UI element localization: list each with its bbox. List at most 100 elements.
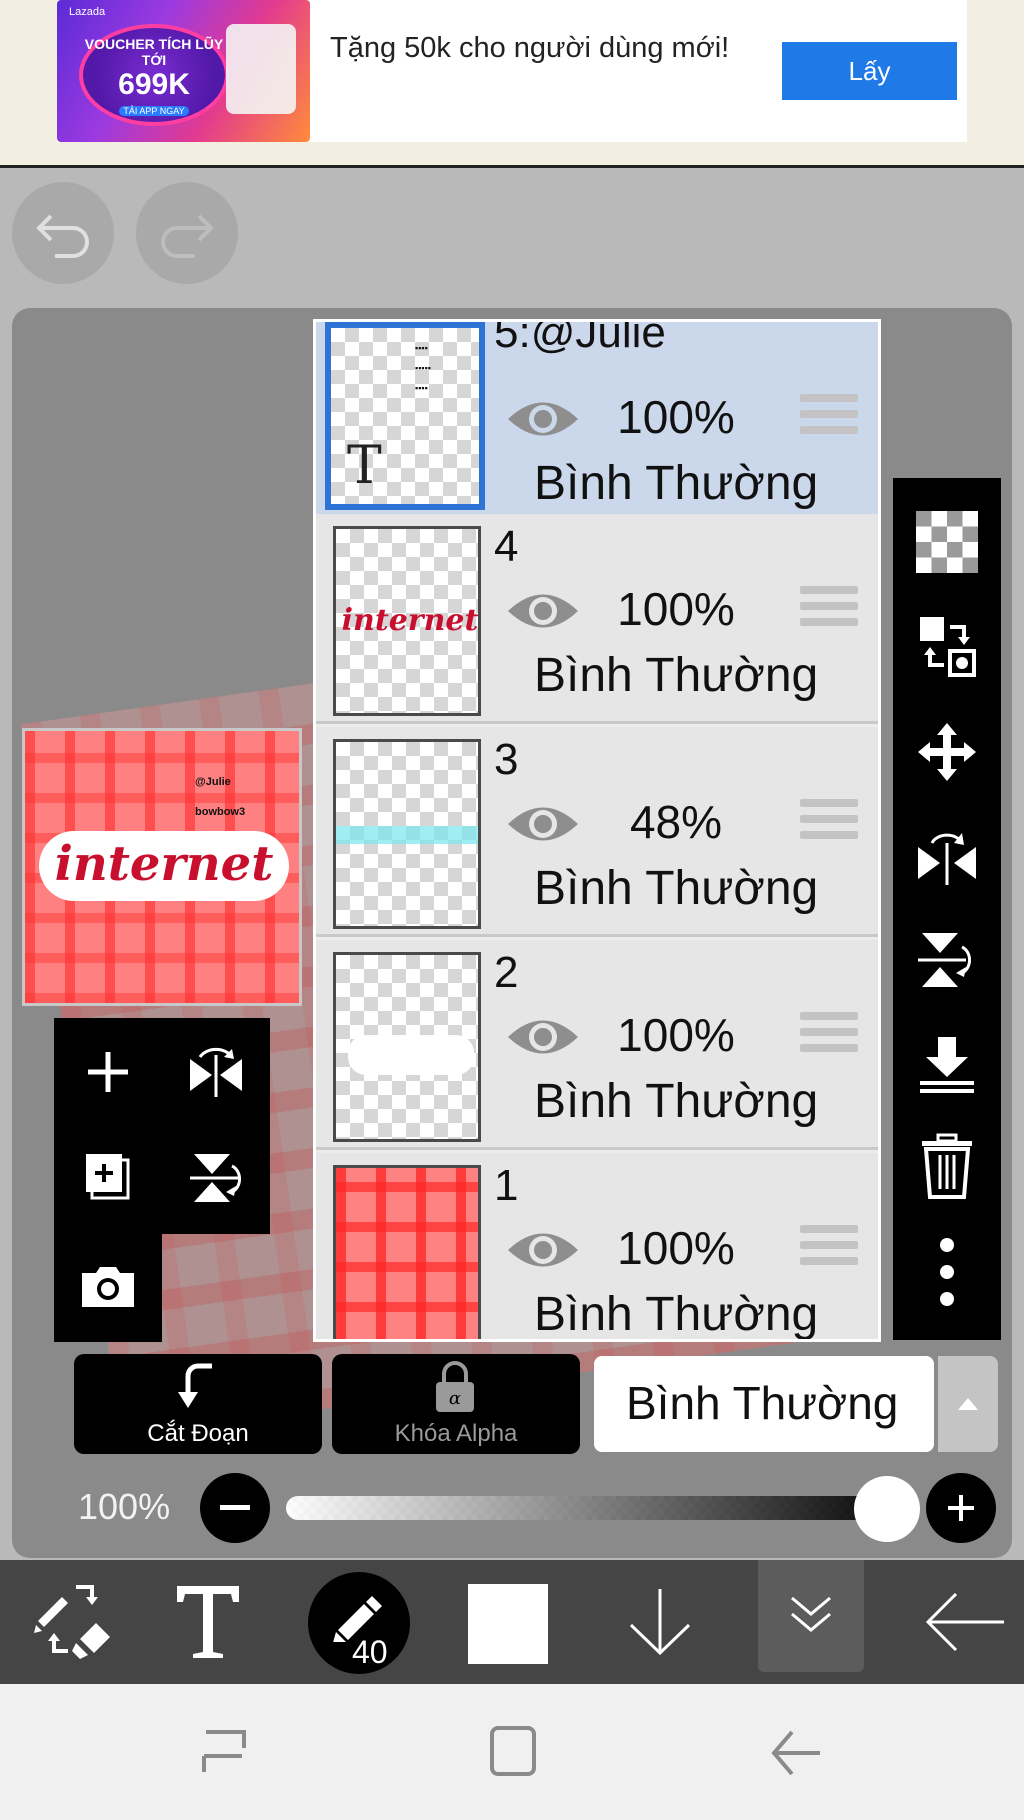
layer-row[interactable]: ▪▪▪▪ ▪▪▪▪▪ ▪▪▪▪ T 5:@Julie 100% Bình Thườn…	[316, 322, 878, 532]
layer-opacity: 100%	[617, 583, 735, 635]
plus-icon	[88, 1052, 128, 1092]
swap-layer-button[interactable]	[893, 600, 1001, 692]
recent-apps-icon[interactable]	[198, 1726, 250, 1778]
ad-image[interactable]: Lazada VOUCHER TÍCH LŨY TỚI 699K TẢI APP…	[57, 0, 310, 142]
color-picker-button[interactable]	[468, 1584, 548, 1664]
arrow-left-icon	[925, 1592, 1004, 1652]
layer-opacity: 48%	[629, 796, 723, 848]
layer-thumbnail: ▪▪▪▪ ▪▪▪▪▪ ▪▪▪▪ T	[325, 322, 485, 510]
flip-horizontal-icon	[918, 833, 976, 885]
plus-icon	[948, 1495, 974, 1521]
layer-opacity: 100%	[617, 391, 735, 443]
drag-handle-icon[interactable]	[800, 586, 858, 634]
back-nav-icon[interactable]	[770, 1728, 822, 1778]
layer-panel[interactable]: ▪▪▪▪ ▪▪▪▪▪ ▪▪▪▪ T 5:@Julie 100% Bình Thườn…	[313, 319, 881, 1342]
more-options-button[interactable]	[893, 1226, 1001, 1318]
layer-name: 1	[494, 1161, 519, 1210]
camera-button[interactable]	[62, 1240, 154, 1332]
thumb-credit-lines: ▪▪▪▪ ▪▪▪▪▪ ▪▪▪▪	[415, 343, 431, 393]
ad-banner[interactable]: Lazada VOUCHER TÍCH LŨY TỚI 699K TẢI APP…	[0, 0, 1024, 168]
clipping-label: Cắt Đoạn	[147, 1420, 249, 1447]
undo-icon	[36, 214, 89, 258]
blend-mode-dropdown-button[interactable]	[938, 1356, 998, 1452]
camera-icon	[82, 1267, 134, 1307]
thumb-glow-stroke	[336, 826, 478, 844]
ad-badge-amount: 699K	[118, 68, 190, 101]
text-layer-indicator: T	[347, 436, 382, 496]
ad-cta-button[interactable]: Lấy	[782, 42, 957, 100]
undo-button[interactable]	[12, 182, 114, 284]
drag-handle-icon[interactable]	[800, 799, 858, 847]
move-icon	[918, 723, 976, 781]
layer-down-button[interactable]	[610, 1560, 710, 1684]
svg-text:α: α	[449, 1388, 461, 1409]
redo-button[interactable]	[136, 182, 238, 284]
layer-thumbnail	[333, 1165, 481, 1339]
text-tool-icon	[177, 1586, 239, 1658]
alpha-lock-button[interactable]: α Khóa Alpha	[332, 1354, 580, 1454]
blend-mode-value: Bình Thường	[626, 1377, 899, 1429]
flip-vertical-icon	[918, 933, 971, 987]
flip-vertical-layer-button[interactable]	[893, 914, 1001, 1006]
preview-title-text: internet	[39, 831, 289, 901]
flip-horizontal-button[interactable]	[170, 1026, 262, 1118]
layer-row[interactable]: internet 4 100% Bình Thường	[316, 514, 878, 724]
home-icon[interactable]	[488, 1724, 538, 1778]
layers-panel-toggle-button[interactable]	[758, 1560, 864, 1672]
layer-opacity: 100%	[617, 1009, 735, 1061]
drag-handle-icon[interactable]	[800, 1012, 858, 1060]
thumb-white-shape	[348, 1035, 474, 1075]
blend-mode-select[interactable]: Bình Thường	[594, 1356, 934, 1452]
canvas-preview: @Julie bowbow3 mhd247 internet	[22, 728, 302, 1006]
eye-icon[interactable]	[504, 1225, 582, 1275]
ad-headline: Tặng 50k cho người dùng mới!	[330, 32, 730, 64]
trash-icon	[922, 1133, 972, 1199]
layer-thumbnail	[333, 739, 481, 929]
drag-handle-icon[interactable]	[800, 1225, 858, 1273]
app-toolbar: 40	[0, 1560, 1024, 1684]
eye-icon[interactable]	[504, 1012, 582, 1062]
layer-thumbnail	[333, 952, 481, 1142]
clipping-arrow-icon	[178, 1363, 212, 1408]
thumb-text: internet	[341, 603, 479, 638]
layer-thumbnail: internet	[333, 526, 481, 716]
arrow-down-icon	[629, 1589, 691, 1656]
flip-horizontal-layer-button[interactable]	[893, 810, 1001, 902]
eye-icon[interactable]	[504, 394, 582, 444]
redo-icon	[161, 214, 214, 258]
layer-name: 2	[494, 948, 519, 997]
drag-handle-icon[interactable]	[800, 394, 858, 442]
flip-vertical-icon	[190, 1154, 241, 1202]
merge-down-button[interactable]	[893, 1018, 1001, 1110]
delete-layer-button[interactable]	[893, 1120, 1001, 1212]
eye-icon[interactable]	[504, 799, 582, 849]
move-button[interactable]	[893, 706, 1001, 798]
layer-blend-mode: Bình Thường	[534, 862, 819, 915]
clipping-button[interactable]: Cắt Đoạn	[74, 1354, 322, 1454]
opacity-slider[interactable]	[286, 1496, 882, 1520]
opacity-increase-button[interactable]	[926, 1473, 996, 1543]
flip-vertical-button[interactable]	[170, 1132, 262, 1224]
layer-side-toolbar	[893, 478, 1001, 1340]
duplicate-layer-button[interactable]	[62, 1132, 154, 1224]
layer-row[interactable]: 2 100% Bình Thường	[316, 940, 878, 1150]
minus-icon	[220, 1505, 250, 1510]
double-chevron-down-icon	[791, 1596, 831, 1632]
alpha-lock-label: Khóa Alpha	[394, 1420, 518, 1447]
caret-up-icon	[958, 1398, 978, 1410]
layer-name: 3	[494, 735, 519, 784]
layer-row[interactable]: 1 100% Bình Thường	[316, 1153, 878, 1339]
back-button[interactable]	[910, 1560, 1020, 1684]
text-tool-button[interactable]	[158, 1560, 258, 1684]
brush-eraser-toggle-button[interactable]	[18, 1560, 128, 1684]
add-layer-button[interactable]	[62, 1026, 154, 1118]
more-vertical-icon	[940, 1238, 954, 1306]
layer-row[interactable]: 3 48% Bình Thường	[316, 727, 878, 937]
opacity-decrease-button[interactable]	[200, 1473, 270, 1543]
transparent-background-button[interactable]	[893, 496, 1001, 588]
layer-blend-mode: Bình Thường	[534, 649, 819, 702]
opacity-slider-handle[interactable]	[854, 1476, 920, 1542]
brush-eraser-swap-icon	[34, 1585, 110, 1659]
eye-icon[interactable]	[504, 586, 582, 636]
duplicate-icon	[86, 1154, 130, 1200]
